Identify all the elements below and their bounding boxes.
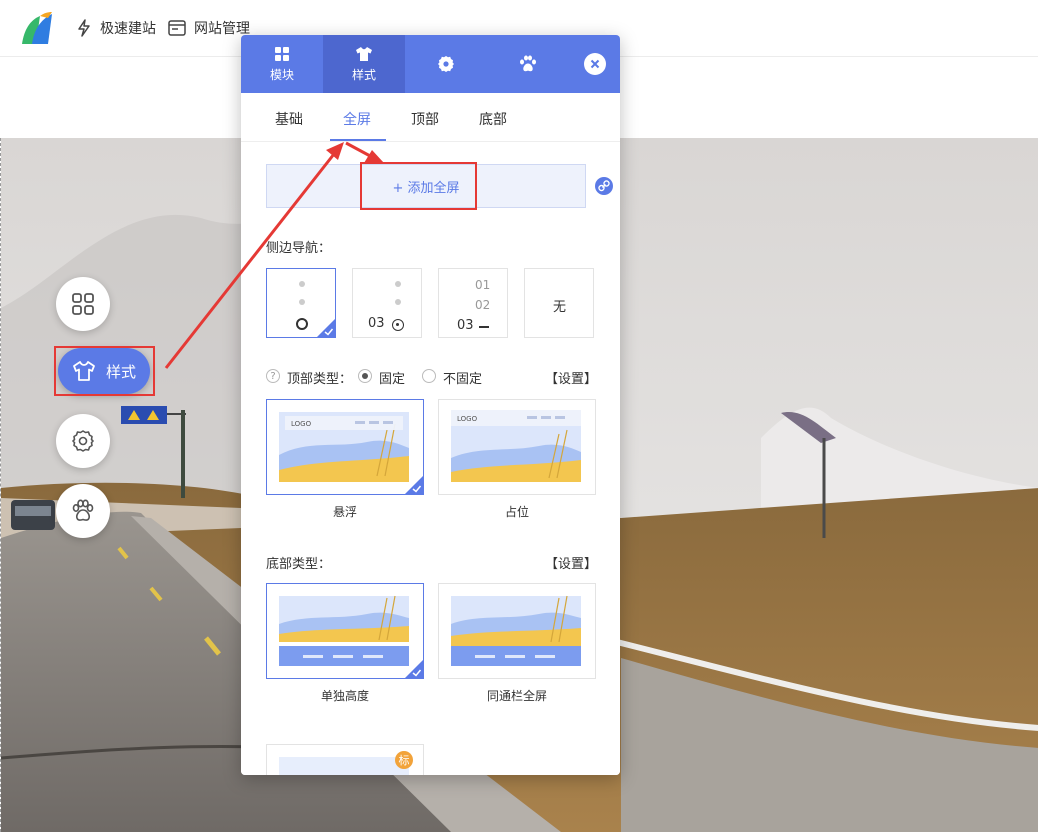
top-option-floating-caption: 悬浮 xyxy=(332,505,357,519)
nav-target-icon xyxy=(392,319,404,331)
modules-fab[interactable] xyxy=(56,277,110,331)
subtab-bottom[interactable]: 底部 xyxy=(479,109,507,129)
panel-header: 模块 样式 xyxy=(241,35,620,93)
nav-number-02: 02 xyxy=(475,298,491,312)
side-nav-option-dots[interactable] xyxy=(266,268,336,338)
nav-number-03: 03 xyxy=(457,318,474,333)
site-logo[interactable] xyxy=(18,10,54,46)
floating-header-preview: LOGO xyxy=(279,412,409,482)
gear-icon xyxy=(72,430,94,452)
grid-icon xyxy=(275,46,289,61)
bottom-option-fullscreen-banner[interactable] xyxy=(438,583,596,679)
gear-icon xyxy=(438,56,454,72)
nav-dot xyxy=(299,299,305,305)
tab-modules[interactable]: 模块 xyxy=(241,35,323,93)
fullscreen-banner-preview xyxy=(451,595,581,666)
tab-style[interactable]: 样式 xyxy=(323,35,405,93)
chain-link-icon xyxy=(598,180,610,192)
nav-dot-active xyxy=(296,318,308,330)
tab-extras[interactable] xyxy=(487,35,569,93)
highlight-box-add-fullscreen xyxy=(360,162,477,210)
subtab-top[interactable]: 顶部 xyxy=(411,109,439,129)
lightning-icon xyxy=(78,19,90,37)
side-nav-label: 侧边导航： xyxy=(266,241,332,256)
site-manage-link[interactable]: 网站管理 xyxy=(168,18,250,38)
quick-build-label: 极速建站 xyxy=(100,21,156,37)
side-nav-option-numbers[interactable]: 01 02 03 xyxy=(438,268,508,338)
selected-check-icon xyxy=(317,319,335,337)
top-type-settings-link[interactable]: 【设置】 xyxy=(545,368,597,387)
bottom-type-label: 底部类型： xyxy=(266,557,332,572)
quick-build-link[interactable]: 极速建站 xyxy=(76,18,156,38)
logo-text: LOGO xyxy=(291,420,312,428)
tab-style-label: 样式 xyxy=(351,67,376,82)
selected-check-icon xyxy=(405,476,423,494)
bottom-option-separate-caption: 单独高度 xyxy=(320,689,369,703)
subtab-fullscreen[interactable]: 全屏 xyxy=(343,109,371,129)
side-nav-option-none[interactable]: 无 xyxy=(524,268,594,338)
panel-body: + 添加全屏 侧边导航： 03 01 02 03 无 ? 顶部类型： 固定 不固… xyxy=(241,142,620,775)
placeholder-header-preview: LOGO xyxy=(451,410,581,482)
bottom-option-standard[interactable]: 标 xyxy=(266,744,424,775)
standard-badge: 标 xyxy=(395,751,413,769)
grid-icon xyxy=(72,293,94,315)
nav-dot xyxy=(299,281,305,287)
tab-settings[interactable] xyxy=(405,35,487,93)
close-button[interactable] xyxy=(584,53,606,75)
settings-fab[interactable] xyxy=(56,414,110,468)
top-option-placeholder-caption: 占位 xyxy=(504,505,529,519)
highlight-box-style xyxy=(54,346,155,396)
bottom-option-fullscreen-caption: 同通栏全屏 xyxy=(486,689,547,703)
nav-number: 03 xyxy=(368,316,385,331)
nav-dot xyxy=(395,299,401,305)
bottom-type-settings-link[interactable]: 【设置】 xyxy=(545,553,597,572)
side-nav-option-number-dot[interactable]: 03 xyxy=(352,268,422,338)
sub-tabs: 基础 全屏 顶部 底部 xyxy=(241,93,620,142)
top-option-placeholder[interactable]: LOGO xyxy=(438,399,596,495)
shirt-icon xyxy=(356,46,372,61)
top-type-unfixed-label: 不固定 xyxy=(443,372,483,387)
top-type-label: 顶部类型： xyxy=(287,372,353,387)
link-icon[interactable] xyxy=(595,177,613,195)
tab-modules-label: 模块 xyxy=(269,67,294,82)
top-type-unfixed-radio[interactable] xyxy=(422,369,436,383)
nav-none-label: 无 xyxy=(553,300,567,315)
paw-icon xyxy=(72,499,94,521)
logo-text: LOGO xyxy=(457,415,478,423)
separate-height-preview xyxy=(279,595,409,666)
nav-number-01: 01 xyxy=(475,278,491,292)
selected-check-icon xyxy=(405,660,423,678)
bottom-option-separate-height[interactable] xyxy=(266,583,424,679)
paw-icon xyxy=(520,55,536,72)
top-type-fixed-label: 固定 xyxy=(379,372,406,387)
top-type-fixed-radio[interactable] xyxy=(358,369,372,383)
top-option-floating[interactable]: LOGO xyxy=(266,399,424,495)
active-subtab-underline xyxy=(330,139,386,141)
close-icon xyxy=(590,59,600,69)
window-icon xyxy=(168,20,186,36)
subtab-basic[interactable]: 基础 xyxy=(275,109,303,129)
paw-fab[interactable] xyxy=(56,484,110,538)
nav-dash xyxy=(479,326,489,328)
help-icon[interactable]: ? xyxy=(266,369,280,383)
style-panel: 模块 样式 基础 全屏 顶部 底部 + 添加全屏 侧边导航： 03 01 02 … xyxy=(241,35,620,775)
nav-dot xyxy=(395,281,401,287)
